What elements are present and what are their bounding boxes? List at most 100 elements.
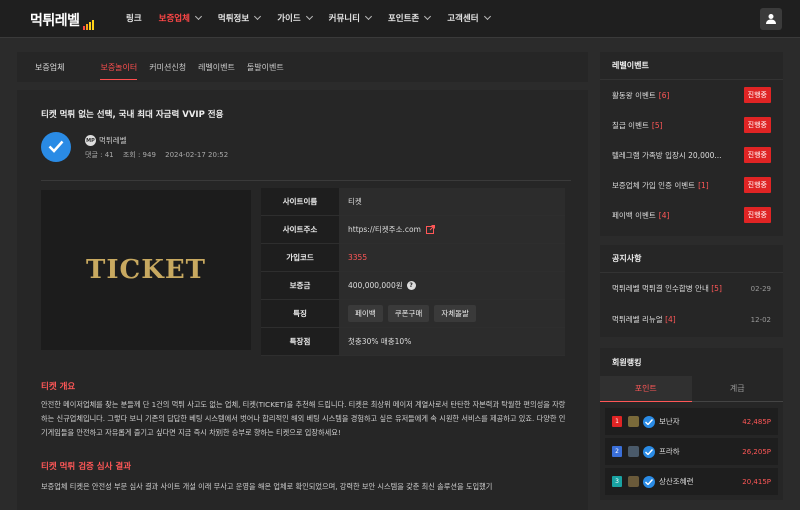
chevron-down-icon xyxy=(424,12,432,21)
info-label: 보증금 xyxy=(261,272,339,299)
info-value: 페이백 쿠폰구매 자체돌발 xyxy=(339,300,565,327)
main-content: 보증업체 보증놀이터 커미션신청 레벨이벤트 돌발이벤트 티켓 먹튀 없는 선택… xyxy=(17,52,588,510)
ranking-row[interactable]: 2 프라하 26,205P xyxy=(605,438,778,465)
divider xyxy=(41,180,571,181)
level-events-panel: 레벨이벤트 활동왕 이벤트 [6] 진행중 칠급 이벤트 [5] 진행중 텔레그램 가족… xyxy=(600,52,783,236)
level-icon xyxy=(628,446,639,457)
info-value: 3355 xyxy=(339,244,565,271)
rank-number: 1 xyxy=(612,416,622,427)
notices-panel: 공지사항 먹튀레벨 먹튀결 인수합병 안내 [5] 02-29 먹튀레벨 리뉴얼 … xyxy=(600,245,783,337)
tab-commission[interactable]: 커미션신청 xyxy=(149,62,186,73)
chevron-down-icon xyxy=(305,12,313,21)
notice-date: 02-29 xyxy=(750,284,771,293)
rank-number: 2 xyxy=(612,446,622,457)
panel-title: 회원랭킹 xyxy=(612,357,642,367)
notice-item[interactable]: 먹튀레벨 리뉴얼 [4] 12-02 xyxy=(600,304,783,335)
info-label: 가입코드 xyxy=(261,244,339,271)
nav-item-link[interactable]: 링크 xyxy=(126,12,142,24)
member-name: 보난자 xyxy=(659,417,680,426)
site-logo[interactable]: 먹튀레벨 xyxy=(30,10,95,30)
status-badge: 진행중 xyxy=(743,207,771,223)
chevron-down-icon xyxy=(194,12,202,21)
event-item[interactable]: 텔레그램 가족방 입장시 20,000... 진행중 xyxy=(600,140,783,170)
verified-icon xyxy=(643,415,655,428)
info-row-join-code: 가입코드 3355 xyxy=(261,244,565,272)
notice-date: 12-02 xyxy=(750,315,771,324)
info-row-deposit: 보증금 400,000,000원? xyxy=(261,272,565,300)
member-points: 20,415P xyxy=(742,477,771,486)
section-body: 보증업체 티켓은 안전성 부문 심사 결과 사이트 개설 이래 무사고 운영을 … xyxy=(41,482,493,491)
info-row-special: 특장점 첫충30% 매충10% xyxy=(261,328,565,356)
author-name: 먹튀레벨 xyxy=(99,136,127,145)
status-badge: 진행중 xyxy=(743,147,771,163)
nav-item-support[interactable]: 고객센터 xyxy=(447,12,491,24)
chevron-down-icon xyxy=(483,12,491,21)
verified-icon xyxy=(643,475,655,488)
user-icon xyxy=(766,14,776,24)
notice-item[interactable]: 먹튀레벨 먹튀결 인수합병 안내 [5] 02-29 xyxy=(600,273,783,304)
external-link-icon[interactable] xyxy=(425,225,435,234)
nav-item-scam-info[interactable]: 먹튀정보 xyxy=(218,12,262,24)
author-badge: MP xyxy=(85,135,96,146)
tab-points[interactable]: 포인트 xyxy=(600,376,692,402)
author[interactable]: MP 먹튀레벨 xyxy=(85,135,127,146)
post-article: 티켓 먹튀 없는 선택, 국내 최대 자금력 VVIP 전용 MP 먹튀레벨 댓… xyxy=(17,90,588,510)
main-nav: 링크 보증업체 먹튀정보 가이드 커뮤니티 포인트존 고객센터 xyxy=(126,12,507,24)
verified-avatar xyxy=(41,132,71,162)
post-meta: 댓글 : 41 조회 : 949 2024-02-17 20:52 xyxy=(85,150,235,160)
ranking-tabs: 포인트 계급 xyxy=(600,376,783,402)
event-item[interactable]: 칠급 이벤트 [5] 진행중 xyxy=(600,110,783,140)
site-info-table: 사이트이름 티켓 사이트주소 https://티켓주소.com 가입코드 335… xyxy=(261,188,565,356)
panel-title: 공지사항 xyxy=(600,245,783,273)
feature-tag: 자체돌발 xyxy=(434,305,476,322)
tab-guarantee-playground[interactable]: 보증놀이터 xyxy=(100,62,138,80)
top-navigation-bar: 먹튀레벨 링크 보증업체 먹튀정보 가이드 커뮤니티 포인트존 고객센터 xyxy=(0,0,800,38)
info-label: 사이트주소 xyxy=(261,216,339,243)
chevron-down-icon xyxy=(364,12,372,21)
member-points: 42,485P xyxy=(742,417,771,426)
panel-title: 레벨이벤트 xyxy=(600,52,783,80)
tab-sudden-event[interactable]: 돌발이벤트 xyxy=(247,62,284,73)
chevron-down-icon xyxy=(254,12,262,21)
tab-rank-class[interactable]: 계급 xyxy=(691,376,783,402)
member-name: 상산조혜련 xyxy=(659,477,694,486)
deposit-value: 400,000,000원 xyxy=(348,281,403,290)
nav-item-guarantee[interactable]: 보증업체 xyxy=(159,12,202,24)
info-value: 첫충30% 매충10% xyxy=(339,328,565,355)
info-row-features: 특징 페이백 쿠폰구매 자체돌발 xyxy=(261,300,565,328)
status-badge: 진행중 xyxy=(743,117,771,133)
tab-level-event[interactable]: 레벨이벤트 xyxy=(198,62,235,73)
nav-item-guide[interactable]: 가이드 xyxy=(277,12,313,24)
nav-item-point-zone[interactable]: 포인트존 xyxy=(388,12,432,24)
info-row-site-name: 사이트이름 티켓 xyxy=(261,188,565,216)
check-icon xyxy=(48,140,64,153)
post-date: 2024-02-17 20:52 xyxy=(165,151,229,159)
member-points: 26,205P xyxy=(742,447,771,456)
section-title: 티켓 먹튀 검증 심사 결과 xyxy=(41,462,132,472)
info-label: 사이트이름 xyxy=(261,188,339,215)
sub-navigation: 보증업체 보증놀이터 커미션신청 레벨이벤트 돌발이벤트 xyxy=(17,52,588,82)
level-icon xyxy=(628,416,639,427)
nav-item-community[interactable]: 커뮤니티 xyxy=(329,12,372,24)
info-label: 특징 xyxy=(261,300,339,327)
comment-count: 댓글 : 41 xyxy=(85,151,114,159)
member-name: 프라하 xyxy=(659,447,680,456)
subnav-heading: 보증업체 xyxy=(35,62,65,72)
help-icon[interactable]: ? xyxy=(406,281,416,290)
event-item[interactable]: 보증업체 가입 인증 이벤트 [1] 진행중 xyxy=(600,170,783,200)
info-value: 티켓 xyxy=(339,188,565,215)
info-label: 특장점 xyxy=(261,328,339,355)
user-button[interactable] xyxy=(760,8,782,30)
ranking-row[interactable]: 3 상산조혜련 20,415P xyxy=(605,468,778,495)
section-body: 안전한 메이저업체를 찾는 분들께 단 1건의 먹튀 사고도 없는 업체, 티켓… xyxy=(41,400,566,437)
logo-bars-icon xyxy=(82,14,95,30)
status-badge: 진행중 xyxy=(743,177,771,193)
site-banner-image: TICKET xyxy=(41,190,251,350)
event-item[interactable]: 활동왕 이벤트 [6] 진행중 xyxy=(600,80,783,110)
ranking-row[interactable]: 1 보난자 42,485P xyxy=(605,408,778,435)
event-item[interactable]: 페이백 이벤트 [4] 진행중 xyxy=(600,200,783,230)
logo-text: 먹튀레벨 xyxy=(30,13,80,29)
site-url-link[interactable]: https://티켓주소.com xyxy=(348,224,421,235)
info-row-site-url: 사이트주소 https://티켓주소.com xyxy=(261,216,565,244)
info-value: 400,000,000원? xyxy=(339,272,565,299)
